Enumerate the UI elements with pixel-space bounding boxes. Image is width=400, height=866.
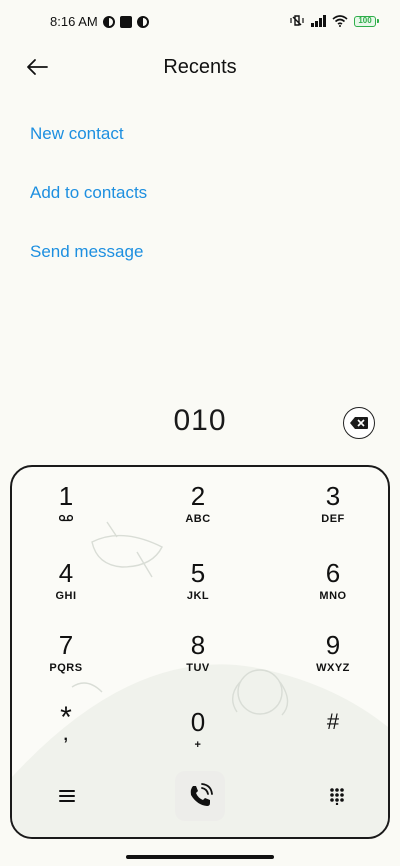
notification-app-icon-2 bbox=[136, 15, 149, 28]
key-letters: ABC bbox=[185, 513, 211, 525]
home-indicator[interactable] bbox=[126, 855, 274, 859]
wifi-icon bbox=[332, 15, 348, 27]
key-5[interactable]: 5 JKL bbox=[143, 558, 253, 618]
key-letters: DEF bbox=[321, 513, 345, 525]
menu-button[interactable] bbox=[42, 771, 92, 821]
backspace-button[interactable] bbox=[343, 407, 375, 439]
key-digit: # bbox=[326, 709, 340, 734]
page-title: Recents bbox=[163, 56, 237, 78]
status-time: 8:16 AM bbox=[50, 14, 98, 29]
key-digit: 8 bbox=[190, 630, 206, 660]
key-digit: 4 bbox=[58, 558, 74, 588]
call-button[interactable] bbox=[175, 771, 225, 821]
key-digit: 1 bbox=[58, 481, 74, 511]
key-letters: TUV bbox=[186, 662, 210, 674]
header: Recents bbox=[0, 52, 400, 84]
status-right: 100 bbox=[289, 14, 379, 28]
key-1[interactable]: 1 bbox=[12, 481, 121, 541]
key-letters: , bbox=[63, 727, 69, 744]
voicemail-icon bbox=[59, 514, 73, 522]
key-digit: 2 bbox=[190, 481, 206, 511]
new-contact-link[interactable]: New contact bbox=[30, 124, 124, 144]
signal-icon bbox=[311, 15, 326, 27]
key-9[interactable]: 9 WXYZ bbox=[278, 630, 388, 690]
notification-app-icon bbox=[102, 15, 115, 28]
key-digit: 0 bbox=[190, 707, 206, 737]
key-hash[interactable]: # bbox=[278, 707, 388, 767]
dialpad-toggle-button[interactable] bbox=[312, 771, 362, 821]
key-letters: GHI bbox=[55, 590, 77, 602]
menu-icon bbox=[59, 790, 75, 802]
send-message-link[interactable]: Send message bbox=[30, 242, 143, 262]
key-4[interactable]: 4 GHI bbox=[12, 558, 121, 618]
key-digit: * bbox=[60, 701, 72, 734]
status-bar: 8:16 AM 100 bbox=[0, 8, 400, 36]
key-digit: 6 bbox=[325, 558, 341, 588]
key-letters: MNO bbox=[319, 590, 347, 602]
backspace-icon bbox=[350, 417, 368, 429]
status-left: 8:16 AM bbox=[50, 14, 149, 29]
key-0[interactable]: 0 + bbox=[143, 707, 253, 767]
key-3[interactable]: 3 DEF bbox=[278, 481, 388, 541]
key-star[interactable]: * , bbox=[12, 701, 121, 767]
key-letters: JKL bbox=[186, 590, 210, 602]
key-digit: 5 bbox=[190, 558, 206, 588]
key-6[interactable]: 6 MNO bbox=[278, 558, 388, 618]
key-2[interactable]: 2 ABC bbox=[143, 481, 253, 541]
dialed-number: 010 bbox=[173, 404, 227, 437]
phone-call-icon bbox=[190, 783, 213, 806]
dialpad-icon bbox=[330, 788, 344, 805]
key-letters: WXYZ bbox=[316, 662, 350, 674]
battery-icon: 100 bbox=[354, 15, 379, 27]
key-7[interactable]: 7 PQRS bbox=[12, 630, 121, 690]
key-8[interactable]: 8 TUV bbox=[143, 630, 253, 690]
keypad-panel: 1 2 ABC 3 DEF 4 GHI 5 JKL 6 MNO 7 PQRS 8… bbox=[10, 465, 390, 839]
add-to-contacts-link[interactable]: Add to contacts bbox=[30, 183, 147, 203]
muted-vibrate-icon bbox=[290, 15, 304, 26]
key-digit: 3 bbox=[325, 481, 341, 511]
notification-square-icon bbox=[119, 15, 132, 28]
key-digit: 7 bbox=[58, 630, 74, 660]
key-letters: PQRS bbox=[49, 662, 83, 674]
key-letters: + bbox=[194, 739, 202, 751]
dialer-screen: 8:16 AM 100 Recents New contact Add to c… bbox=[0, 0, 400, 866]
key-digit: 9 bbox=[325, 630, 341, 660]
